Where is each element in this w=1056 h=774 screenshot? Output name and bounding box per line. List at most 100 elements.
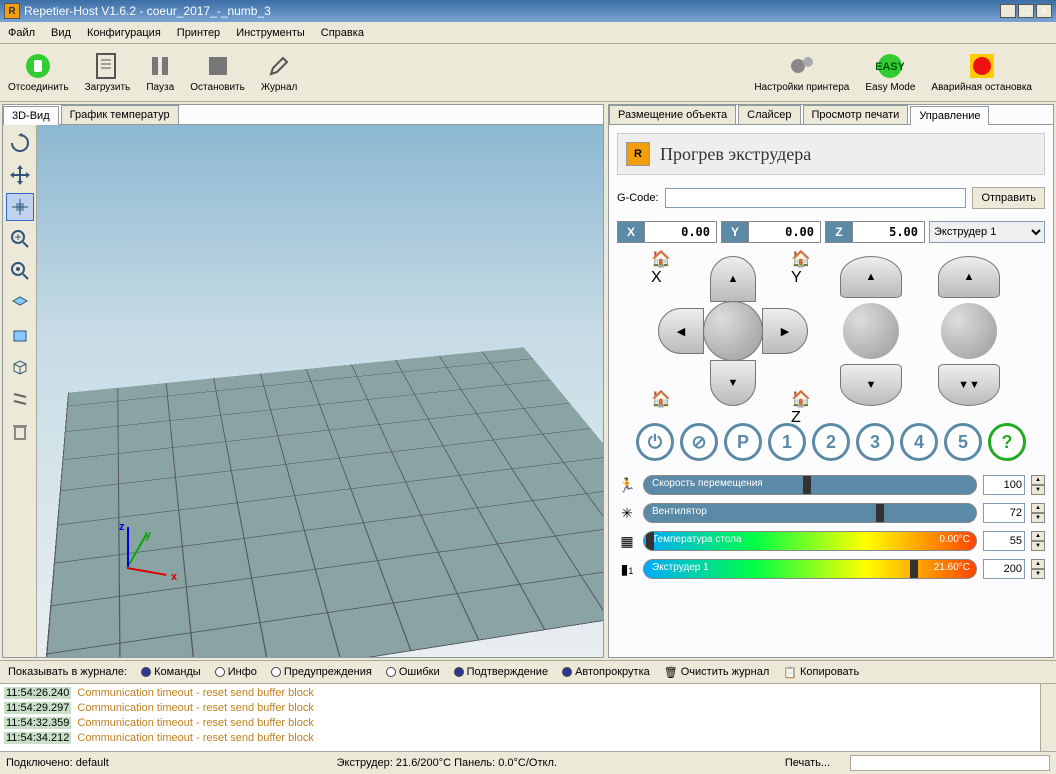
filter-errors[interactable]: Ошибки	[386, 666, 440, 678]
extruder-icon[interactable]: ▮1	[617, 561, 637, 578]
tab-3d-view[interactable]: 3D-Вид	[3, 106, 59, 125]
jog-z-plus[interactable]: ▲	[840, 256, 902, 298]
copy-log-button[interactable]: 📋Копировать	[783, 666, 859, 679]
front-view-button[interactable]	[6, 321, 34, 349]
y-label[interactable]: Y	[721, 221, 749, 243]
gcode-send-button[interactable]: Отправить	[972, 187, 1045, 209]
parallel-view-button[interactable]	[6, 385, 34, 413]
filter-commands[interactable]: Команды	[141, 666, 201, 678]
zoom-fit-button[interactable]	[6, 257, 34, 285]
iso-view-button[interactable]	[6, 353, 34, 381]
speed-input[interactable]	[983, 475, 1025, 495]
jog-e-center[interactable]	[941, 303, 997, 359]
log-line: 11:54:26.240Communication timeout - rese…	[4, 686, 1052, 701]
speed-slider[interactable]: Скорость перемещения	[643, 475, 977, 495]
preset-2-button[interactable]: 2	[812, 423, 850, 461]
maximize-button[interactable]: □	[1018, 4, 1034, 18]
load-button[interactable]: Загрузить	[85, 52, 131, 93]
tab-control[interactable]: Управление	[910, 106, 989, 125]
log-line: 11:54:32.359Communication timeout - rese…	[4, 716, 1052, 731]
power-button[interactable]: ⏻	[636, 423, 674, 461]
move-object-button[interactable]	[6, 193, 34, 221]
emergency-stop-button[interactable]: Аварийная остановка	[931, 52, 1032, 93]
printer-settings-button[interactable]: Настройки принтера	[754, 52, 849, 93]
pause-button[interactable]: Пауза	[146, 52, 174, 93]
fan-down[interactable]: ▼	[1031, 513, 1045, 523]
panel-title: Прогрев экструдера	[660, 144, 811, 165]
speed-icon: 🏃	[617, 477, 637, 494]
park-button[interactable]: P	[724, 423, 762, 461]
bed-icon[interactable]: ▦	[617, 533, 637, 550]
ext-down[interactable]: ▼	[1031, 569, 1045, 579]
menu-help[interactable]: Справка	[321, 27, 364, 39]
bed-down[interactable]: ▼	[1031, 541, 1045, 551]
tab-slicer[interactable]: Слайсер	[738, 105, 800, 124]
extruder-select[interactable]: Экструдер 1	[929, 221, 1045, 243]
viewport-toolbar	[3, 125, 37, 657]
home-all-button[interactable]: 🏠	[651, 389, 675, 413]
menu-config[interactable]: Конфигурация	[87, 27, 161, 39]
stop-button[interactable]: Остановить	[190, 52, 245, 93]
z-label[interactable]: Z	[825, 221, 853, 243]
gcode-input[interactable]	[665, 188, 967, 208]
jog-y-plus[interactable]: ▲	[710, 256, 756, 302]
bed-up[interactable]: ▲	[1031, 531, 1045, 541]
stop-icon	[204, 52, 232, 80]
jog-x-plus[interactable]: ▶	[762, 308, 808, 354]
delete-button[interactable]	[6, 417, 34, 445]
extruder-temp-input[interactable]	[983, 559, 1025, 579]
close-button[interactable]: ×	[1036, 4, 1052, 18]
preset-4-button[interactable]: 4	[900, 423, 938, 461]
clear-log-button[interactable]: 🗑Очистить журнал	[664, 666, 770, 679]
home-z-button[interactable]: 🏠Z	[791, 389, 815, 413]
left-pane: 3D-Вид График температур x y	[2, 104, 604, 658]
filter-ack[interactable]: Подтверждение	[454, 666, 548, 678]
preset-1-button[interactable]: 1	[768, 423, 806, 461]
home-y-button[interactable]: 🏠Y	[791, 249, 815, 273]
tab-temp-graph[interactable]: График температур	[61, 105, 179, 124]
fan-slider[interactable]: Вентилятор	[643, 503, 977, 523]
easy-mode-button[interactable]: EASY Easy Mode	[865, 52, 915, 93]
x-label[interactable]: X	[617, 221, 645, 243]
preset-3-button[interactable]: 3	[856, 423, 894, 461]
move-view-button[interactable]	[6, 161, 34, 189]
tab-preview[interactable]: Просмотр печати	[803, 105, 909, 124]
jog-z-center[interactable]	[843, 303, 899, 359]
log-area[interactable]: 11:54:26.240Communication timeout - rese…	[0, 684, 1056, 752]
bed-slider[interactable]: Температура стола 0.00°C	[643, 531, 977, 551]
extrude-button[interactable]: ▲	[938, 256, 1000, 298]
jog-z-minus[interactable]: ▼	[840, 364, 902, 406]
menu-file[interactable]: Файл	[8, 27, 35, 39]
tab-placement[interactable]: Размещение объекта	[609, 105, 736, 124]
retract-button[interactable]: ▼▼	[938, 364, 1000, 406]
log-scrollbar[interactable]	[1040, 684, 1056, 751]
ext-up[interactable]: ▲	[1031, 559, 1045, 569]
zoom-button[interactable]	[6, 225, 34, 253]
fan-up[interactable]: ▲	[1031, 503, 1045, 513]
extruder-slider[interactable]: Экструдер 1 21.60°C	[643, 559, 977, 579]
filter-warnings[interactable]: Предупреждения	[271, 666, 372, 678]
3d-viewport[interactable]: x y z	[37, 125, 603, 657]
help-button[interactable]: ?	[988, 423, 1026, 461]
jog-xy: 🏠X 🏠Y 🏠 🏠Z ▲ ▼ ◀ ▶	[653, 251, 813, 411]
top-view-button[interactable]	[6, 289, 34, 317]
jog-x-minus[interactable]: ◀	[658, 308, 704, 354]
disconnect-button[interactable]: Отсоединить	[8, 52, 69, 93]
filter-autoscroll[interactable]: Автопрокрутка	[562, 666, 650, 678]
filter-info[interactable]: Инфо	[215, 666, 257, 678]
menu-printer[interactable]: Принтер	[177, 27, 220, 39]
preset-5-button[interactable]: 5	[944, 423, 982, 461]
bed-temp-input[interactable]	[983, 531, 1025, 551]
menu-view[interactable]: Вид	[51, 27, 71, 39]
jog-y-minus[interactable]: ▼	[710, 360, 756, 406]
home-x-button[interactable]: 🏠X	[651, 249, 675, 273]
fan-input[interactable]	[983, 503, 1025, 523]
motors-off-button[interactable]: ⊘	[680, 423, 718, 461]
speed-down[interactable]: ▼	[1031, 485, 1045, 495]
rotate-view-button[interactable]	[6, 129, 34, 157]
menu-tools[interactable]: Инструменты	[236, 27, 305, 39]
log-button[interactable]: Журнал	[261, 52, 298, 93]
speed-up[interactable]: ▲	[1031, 475, 1045, 485]
minimize-button[interactable]: _	[1000, 4, 1016, 18]
jog-xy-center[interactable]	[703, 301, 763, 361]
